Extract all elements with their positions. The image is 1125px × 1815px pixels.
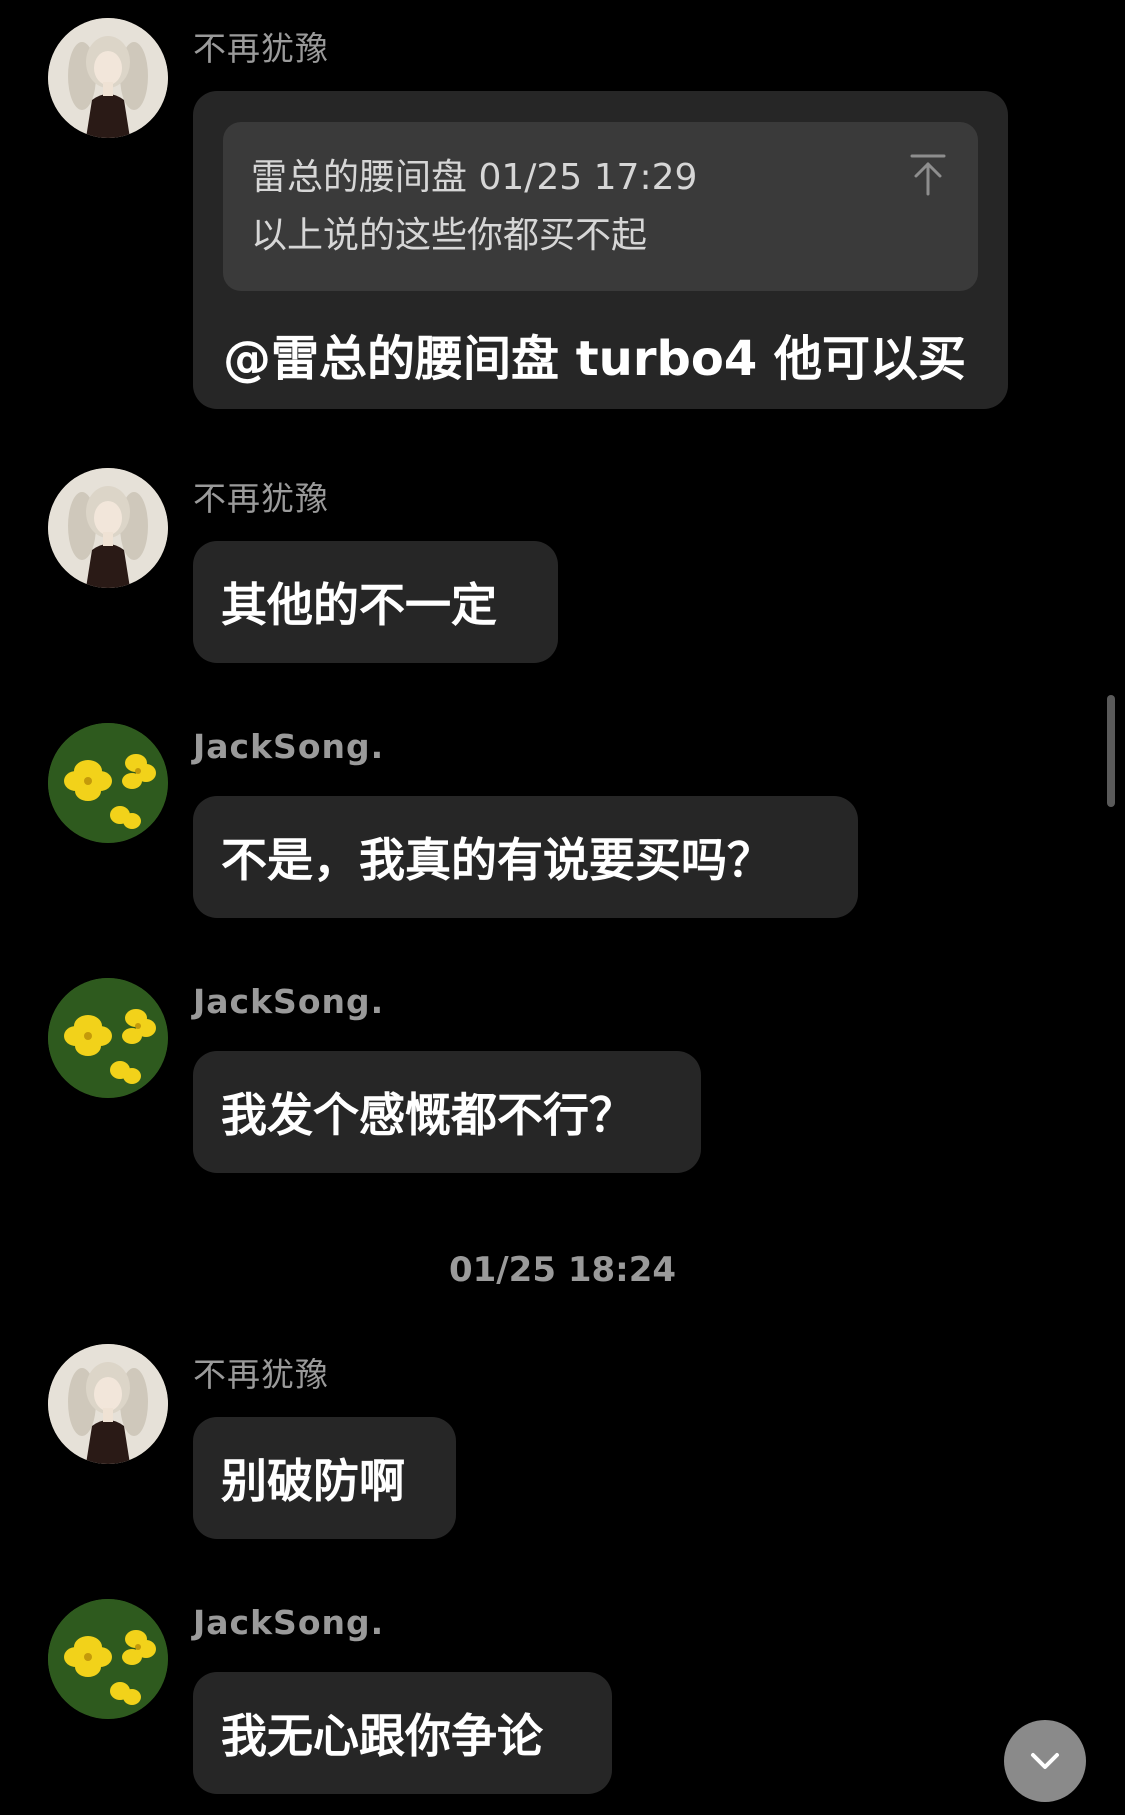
avatar[interactable] xyxy=(48,468,168,588)
avatar[interactable] xyxy=(48,1599,168,1719)
quoted-message-text: 以上说的这些你都买不起 xyxy=(251,215,648,256)
chevron-down-icon xyxy=(1031,1753,1059,1769)
sender-name: 不再犹豫 xyxy=(193,479,329,518)
message-text: @雷总的腰间盘 turbo4 他可以买 xyxy=(223,331,966,387)
yellow-flower-avatar-icon xyxy=(48,978,168,1098)
anime-girl-avatar-icon xyxy=(48,1344,168,1464)
message-bubble[interactable]: 别破防啊 xyxy=(193,1417,456,1539)
yellow-flower-avatar-icon xyxy=(48,1599,168,1719)
message-bubble[interactable]: 其他的不一定 xyxy=(193,541,558,663)
avatar[interactable] xyxy=(48,978,168,1098)
sender-name: JackSong. xyxy=(193,727,385,766)
quoted-message-meta: 雷总的腰间盘 01/25 17:29 xyxy=(251,157,698,198)
message-bubble[interactable]: 雷总的腰间盘 01/25 17:29 以上说的这些你都买不起 @雷总的腰间盘 t… xyxy=(193,91,1008,409)
avatar[interactable] xyxy=(48,723,168,843)
message-bubble[interactable]: 不是，我真的有说要买吗？ xyxy=(193,796,858,918)
anime-girl-avatar-icon xyxy=(48,468,168,588)
message-text: 其他的不一定 xyxy=(221,578,497,632)
yellow-flower-avatar-icon xyxy=(48,723,168,843)
avatar[interactable] xyxy=(48,1344,168,1464)
time-divider: 01/25 18:24 xyxy=(448,1250,677,1290)
sender-name: 不再犹豫 xyxy=(193,1355,329,1394)
message-text: 我发个感慨都不行？ xyxy=(221,1088,635,1142)
sender-name: JackSong. xyxy=(193,982,385,1021)
sender-name: 不再犹豫 xyxy=(193,29,329,68)
message-bubble[interactable]: 我无心跟你争论 xyxy=(193,1672,612,1794)
anime-girl-avatar-icon xyxy=(48,18,168,138)
message-text: 别破防啊 xyxy=(221,1454,405,1508)
arrow-up-to-top-icon[interactable] xyxy=(908,152,948,198)
avatar[interactable] xyxy=(48,18,168,138)
quoted-message[interactable]: 雷总的腰间盘 01/25 17:29 以上说的这些你都买不起 xyxy=(223,122,978,291)
message-text: 不是，我真的有说要买吗？ xyxy=(221,833,773,887)
scrollbar-thumb[interactable] xyxy=(1107,695,1115,807)
sender-name: JackSong. xyxy=(193,1603,385,1642)
scroll-to-bottom-button[interactable] xyxy=(1004,1720,1086,1802)
message-text: 我无心跟你争论 xyxy=(221,1709,543,1763)
message-bubble[interactable]: 我发个感慨都不行？ xyxy=(193,1051,701,1173)
